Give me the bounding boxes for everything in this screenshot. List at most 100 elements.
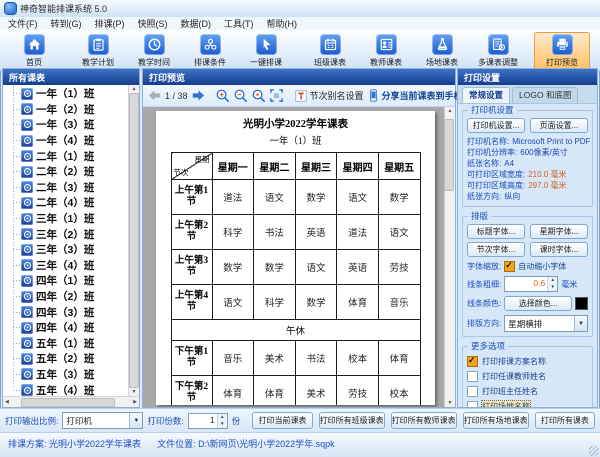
- menu-item[interactable]: 转到(G): [51, 17, 82, 30]
- sidebar-class-item[interactable]: 一年（1）班: [3, 86, 129, 102]
- subject-cell[interactable]: 科学: [254, 285, 296, 320]
- sidebar-class-item[interactable]: 五年（3）班: [3, 367, 129, 383]
- toolbar-item-onekey[interactable]: 一键排课: [238, 32, 294, 70]
- menu-item[interactable]: 文件(F): [8, 17, 38, 30]
- print-button[interactable]: 打印所有课表: [535, 412, 595, 429]
- menu-item[interactable]: 排课(P): [95, 17, 125, 30]
- subject-cell[interactable]: 体育: [254, 376, 296, 406]
- subject-cell[interactable]: 数学: [295, 180, 337, 215]
- zoom-out-button[interactable]: [233, 87, 248, 104]
- subject-cell[interactable]: 音乐: [212, 341, 254, 376]
- sidebar-class-item[interactable]: 二年（2）班: [3, 164, 129, 180]
- checkbox[interactable]: [467, 356, 478, 367]
- toolbar-item-venue-table[interactable]: 场地课表: [414, 32, 470, 70]
- toolbar-item-clock[interactable]: 教学时间: [126, 32, 182, 70]
- subject-cell[interactable]: 科学: [212, 215, 254, 250]
- scrollbar-thumb[interactable]: [21, 398, 115, 407]
- sidebar-class-item[interactable]: 二年（1）班: [3, 148, 129, 164]
- subject-cell[interactable]: 书法: [295, 341, 337, 376]
- subject-cell[interactable]: 劳技: [378, 250, 420, 285]
- stepper-down-icon[interactable]: ▼: [218, 421, 227, 428]
- subject-cell[interactable]: 语文: [212, 285, 254, 320]
- subject-cell[interactable]: 数学: [254, 250, 296, 285]
- subject-cell[interactable]: 语文: [295, 250, 337, 285]
- sidebar-class-item[interactable]: 三年（4）班: [3, 258, 129, 274]
- chevron-down-icon[interactable]: ▼: [574, 316, 587, 331]
- subject-cell[interactable]: 道法: [337, 215, 379, 250]
- sidebar-class-item[interactable]: 四年（1）班: [3, 273, 129, 289]
- subject-cell[interactable]: 体育: [337, 285, 379, 320]
- period-alias-button[interactable]: 节次别名设置: [294, 89, 364, 103]
- subject-cell[interactable]: 校本: [337, 341, 379, 376]
- sidebar-class-item[interactable]: 一年（3）班: [3, 117, 129, 133]
- sidebar-class-item[interactable]: 四年（4）班: [3, 320, 129, 336]
- subject-cell[interactable]: 音乐: [378, 285, 420, 320]
- scroll-down-icon[interactable]: ▼: [132, 389, 137, 395]
- toolbar-item-print-preview[interactable]: 打印预览: [534, 32, 590, 70]
- prev-page-button[interactable]: [148, 89, 161, 103]
- print-button[interactable]: 打印当前课表: [252, 412, 312, 429]
- subject-cell[interactable]: 英语: [295, 215, 337, 250]
- checkbox[interactable]: [467, 371, 478, 382]
- sidebar-class-item[interactable]: 三年（3）班: [3, 242, 129, 258]
- sidebar-class-item[interactable]: 三年（1）班: [3, 211, 129, 227]
- subject-cell[interactable]: 劳技: [337, 376, 379, 406]
- copies-stepper[interactable]: 1 ▲▼: [188, 413, 228, 429]
- subject-cell[interactable]: 英语: [337, 250, 379, 285]
- font-button[interactable]: 标题字体...: [467, 224, 525, 239]
- scroll-left-icon[interactable]: ◀: [5, 399, 9, 405]
- sidebar-class-item[interactable]: 一年（4）班: [3, 133, 129, 149]
- tab-logo-background[interactable]: LOGO 和底图: [512, 87, 578, 103]
- stepper-down-icon[interactable]: ▼: [548, 284, 557, 291]
- printer-setup-button[interactable]: 打印机设置...: [467, 118, 525, 133]
- subject-cell[interactable]: 校本: [378, 376, 420, 406]
- toolbar-item-multi-adjust[interactable]: 多课表调整: [470, 32, 526, 70]
- subject-cell[interactable]: 数学: [378, 180, 420, 215]
- subject-cell[interactable]: 道法: [212, 180, 254, 215]
- line-width-stepper[interactable]: 0.6 ▲▼: [504, 276, 558, 292]
- checkbox[interactable]: [467, 386, 478, 397]
- resize-grip[interactable]: [589, 446, 599, 456]
- chevron-down-icon[interactable]: ▼: [129, 413, 142, 428]
- scroll-down-icon[interactable]: ▼: [448, 400, 453, 406]
- toolbar-item-class-table[interactable]: 班级课表: [302, 32, 358, 70]
- checkbox[interactable]: [467, 401, 478, 407]
- subject-cell[interactable]: 体育: [212, 376, 254, 406]
- menu-item[interactable]: 工具(T): [224, 17, 254, 30]
- toolbar-item-conditions[interactable]: 排课条件: [182, 32, 238, 70]
- subject-cell[interactable]: 语文: [378, 215, 420, 250]
- menu-item[interactable]: 帮助(H): [267, 17, 298, 30]
- subject-cell[interactable]: 数学: [212, 250, 254, 285]
- scrollbar-thumb[interactable]: [129, 93, 139, 388]
- sidebar-class-item[interactable]: 一年（2）班: [3, 102, 129, 118]
- next-page-button[interactable]: [192, 89, 205, 103]
- scroll-up-icon[interactable]: ▲: [132, 86, 137, 92]
- toolbar-item-stats[interactable]: 统计分析: [590, 32, 600, 70]
- share-to-phone-button[interactable]: 分享当前课表到手机: [367, 88, 463, 103]
- subject-cell[interactable]: 书法: [254, 215, 296, 250]
- subject-cell[interactable]: 语文: [337, 180, 379, 215]
- sidebar-class-item[interactable]: 三年（2）班: [3, 226, 129, 242]
- subject-cell[interactable]: 美术: [254, 341, 296, 376]
- subject-cell[interactable]: 美术: [295, 376, 337, 406]
- toolbar-item-plan[interactable]: 教学计划: [70, 32, 126, 70]
- scrollbar-thumb[interactable]: [444, 119, 454, 191]
- sidebar-class-item[interactable]: 五年（1）班: [3, 336, 129, 352]
- sidebar-class-item[interactable]: 二年（3）班: [3, 180, 129, 196]
- subject-cell[interactable]: 体育: [378, 341, 420, 376]
- sidebar-class-item[interactable]: 五年（4）班: [3, 382, 129, 396]
- subject-cell[interactable]: 数学: [295, 285, 337, 320]
- stepper-up-icon[interactable]: ▲: [548, 277, 557, 284]
- scroll-up-icon[interactable]: ▲: [448, 108, 453, 114]
- auto-shrink-checkbox[interactable]: [504, 261, 515, 272]
- print-scale-select[interactable]: 打印机 ▼: [62, 412, 143, 429]
- font-button[interactable]: 星期字体...: [530, 224, 588, 239]
- font-button[interactable]: 课时字体...: [530, 242, 588, 257]
- print-button[interactable]: 打印所有场地课表: [463, 412, 529, 429]
- sidebar-class-item[interactable]: 四年（3）班: [3, 304, 129, 320]
- sidebar-horizontal-scrollbar[interactable]: ◀ ▶: [3, 396, 139, 407]
- zoom-actual-button[interactable]: [251, 87, 266, 104]
- print-button[interactable]: 打印所有班级课表: [319, 412, 385, 429]
- layout-direction-select[interactable]: 星期横排 ▼: [504, 315, 588, 332]
- menu-item[interactable]: 快照(S): [138, 17, 168, 30]
